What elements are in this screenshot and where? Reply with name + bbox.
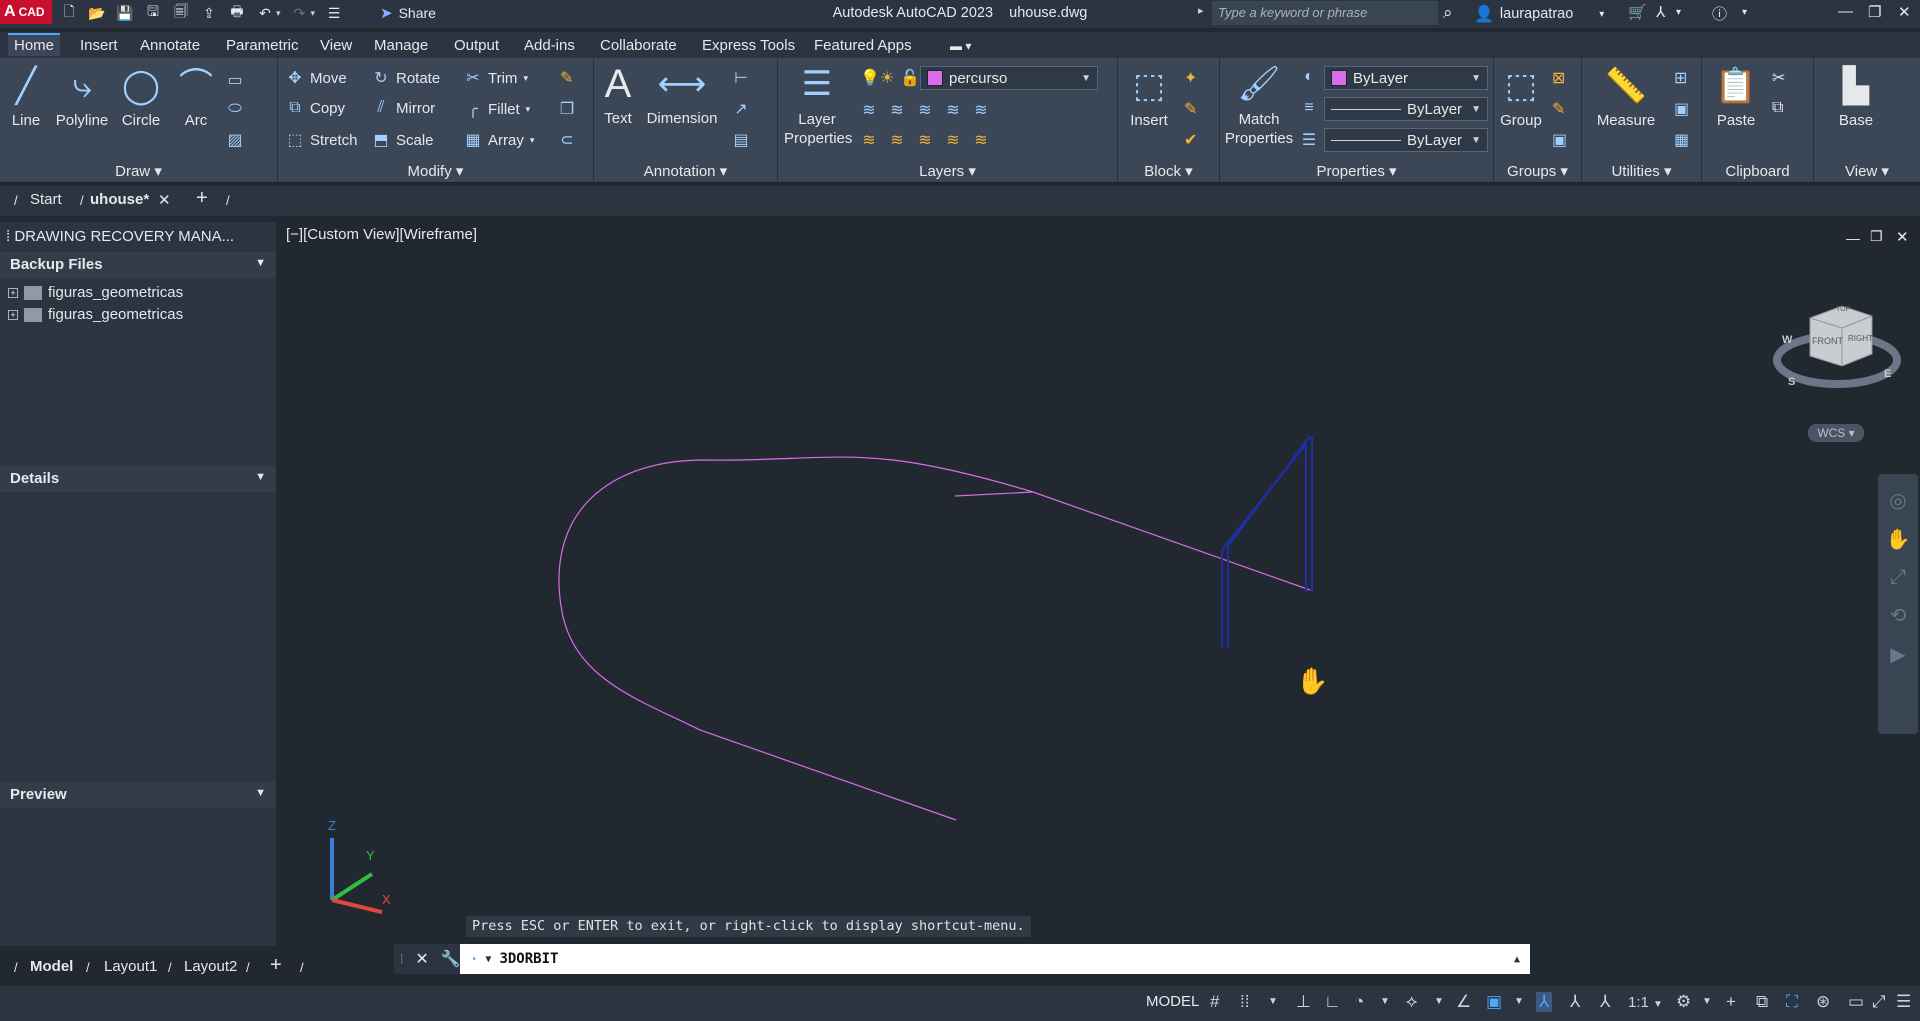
ucs-x-label: X (382, 892, 391, 907)
compass-e-label[interactable]: E (1884, 368, 1891, 380)
sweep-path-curve (558, 456, 1034, 821)
model-space-toggle[interactable]: MODEL (1146, 993, 1199, 1010)
tab-separator-icon: / (168, 960, 172, 975)
object-snap-icon[interactable]: ▣ (1486, 992, 1502, 1012)
pan-cursor-icon: ✋ (1296, 666, 1329, 696)
lock-ui-icon[interactable]: ⊛ (1816, 992, 1830, 1012)
layout-tab-bar: / Model / Layout1 / Layout2 / + / (0, 952, 394, 982)
polar-icon[interactable]: ◔ (1354, 992, 1364, 1012)
grid-icon[interactable]: # (1210, 992, 1219, 1012)
status-bar: MODEL # ⁞⁞ ▼ ⊥ ∟ ◔ ▼ ⟡ ▼ ∠ ▣ ▼ ⅄ ⅄ ⅄ 1:1… (0, 986, 1920, 1021)
annotation-scale-icon[interactable]: ⅄ (1600, 992, 1610, 1012)
new-layout-icon[interactable]: + (270, 954, 282, 977)
units-icon[interactable]: ⧉ (1756, 992, 1768, 1012)
workspace-dropdown-icon[interactable]: ▼ (1702, 996, 1712, 1007)
tab-separator-icon: / (86, 960, 90, 975)
command-line-controls: ⁞ ✕ 🔧 (394, 944, 461, 974)
isodraft-icon[interactable]: ⟡ (1406, 992, 1417, 1012)
compass-s-label[interactable]: S (1788, 376, 1795, 388)
viewcube[interactable]: TOP FRONT RIGHT W S E (1772, 296, 1902, 400)
infer-constraints-icon[interactable]: ⊥ (1296, 992, 1311, 1012)
viewcube-right-label[interactable]: RIGHT (1848, 334, 1873, 343)
ucs-z-label: Z (328, 818, 336, 833)
command-close-icon[interactable]: ✕ (415, 949, 428, 969)
steering-wheel-icon[interactable]: ◎ (1878, 488, 1918, 513)
compass-w-label[interactable]: W (1782, 334, 1792, 346)
tab-layout2[interactable]: Layout2 (184, 958, 237, 975)
profile-frame (1221, 435, 1313, 648)
ucs-y-label: Y (366, 848, 375, 863)
command-grip-icon[interactable]: ⁞ (400, 952, 403, 966)
quick-properties-icon[interactable]: ⛶ (1786, 992, 1798, 1012)
snap-dropdown-icon[interactable]: ▼ (1268, 996, 1278, 1007)
command-prompt-icon: ▸ (472, 954, 478, 964)
annotation-monitor-icon[interactable]: + (1726, 992, 1736, 1012)
layout-tab-menu-icon[interactable]: / (14, 960, 18, 975)
navigation-bar: ◎ ✋ ⤢ ⟲ ▶ (1878, 474, 1918, 734)
viewcube-top-label[interactable]: TOP (1836, 306, 1850, 313)
tab-model[interactable]: Model (30, 958, 73, 975)
command-line-input[interactable]: ▸ ▼ 3DORBIT ▲ (460, 944, 1530, 974)
object-snap-dropdown-icon[interactable]: ▼ (1514, 996, 1524, 1007)
scale-selector[interactable]: 1:1 ▼ (1628, 994, 1663, 1011)
object-snap-tracking-icon[interactable]: ∠ (1456, 992, 1471, 1012)
zoom-extents-icon[interactable]: ⤢ (1878, 566, 1918, 589)
ortho-icon[interactable]: ∟ (1324, 992, 1341, 1012)
annotation-visibility-icon[interactable]: ⅄ (1536, 992, 1553, 1012)
snap-icon[interactable]: ⁞⁞ (1240, 992, 1249, 1012)
pan-icon[interactable]: ✋ (1878, 527, 1918, 552)
sweep-path-line (1032, 491, 1311, 591)
current-command: 3DORBIT (499, 951, 559, 967)
showmotion-icon[interactable]: ▶ (1878, 642, 1918, 667)
isodraft-dropdown-icon[interactable]: ▼ (1434, 996, 1444, 1007)
command-customize-icon[interactable]: 🔧 (441, 949, 461, 969)
workspace-gear-icon[interactable]: ⚙ (1676, 992, 1691, 1012)
customization-icon[interactable]: ☰ (1896, 992, 1911, 1012)
wcs-menu[interactable]: WCS ▾ (1808, 424, 1864, 442)
tab-separator-end-icon: / (300, 960, 304, 975)
command-history-toggle-icon[interactable]: ▲ (1514, 954, 1520, 965)
auto-scale-icon[interactable]: ⅄ (1570, 992, 1580, 1012)
orbit-icon[interactable]: ⟲ (1878, 603, 1918, 628)
command-history-prompt: Press ESC or ENTER to exit, or right-cli… (466, 916, 1031, 937)
recent-commands-icon[interactable]: ▼ (485, 954, 491, 965)
tab-separator-icon: / (246, 960, 250, 975)
tab-layout1[interactable]: Layout1 (104, 958, 157, 975)
isolate-objects-icon[interactable]: ▭ (1848, 992, 1864, 1012)
clean-screen-icon[interactable]: ⤢ (1872, 992, 1886, 1012)
viewcube-front-label[interactable]: FRONT (1812, 336, 1843, 346)
drawing-geometry (330, 435, 1313, 914)
polar-dropdown-icon[interactable]: ▼ (1380, 996, 1390, 1007)
